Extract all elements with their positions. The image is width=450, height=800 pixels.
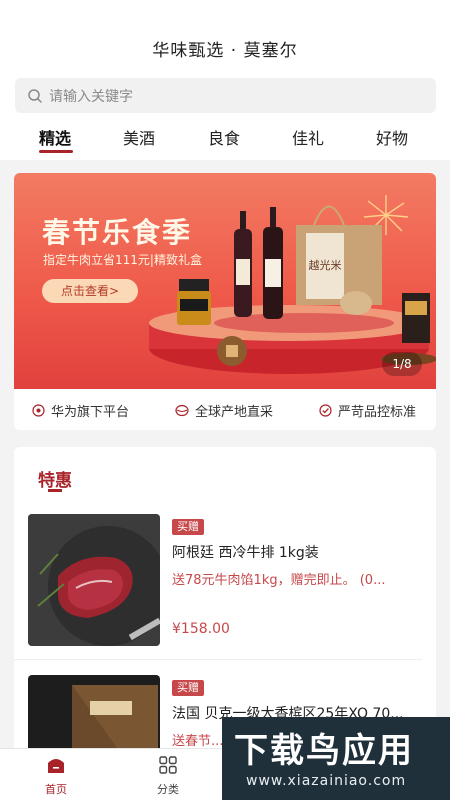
gift-box-icon: 越光米 (296, 205, 382, 305)
tab-haowu[interactable]: 好物 (376, 125, 408, 149)
product-divider (14, 659, 422, 660)
banner-card: 越光米 春节乐食季 指定牛肉立省111元|精致礼盒 点击查看> 1/8 华为旗下… (14, 173, 436, 430)
app-title: 华味甄选 · 莫塞尔 (152, 41, 298, 61)
tab-meijiu[interactable]: 美酒 (123, 125, 155, 149)
check-icon (319, 404, 332, 417)
watermark-overlay: 下载鸟应用 www.xiazainiao.com (222, 717, 450, 800)
watermark-logo: 下载鸟应用 (234, 731, 414, 771)
banner-subtitle: 指定牛肉立省111元|精致礼盒 (43, 253, 202, 267)
search-icon (28, 88, 42, 103)
product-name: 阿根廷 西冷牛排 1kg装 (172, 545, 319, 561)
wine-bottle-icon (263, 207, 283, 319)
nav-label: 分类 (157, 783, 179, 796)
svg-text:越光米: 越光米 (309, 258, 342, 272)
watermark-url: www.xiazainiao.com (246, 773, 407, 789)
active-tab-indicator (39, 150, 73, 153)
banner-pager: 1/8 (382, 352, 422, 376)
promo-banner[interactable]: 越光米 春节乐食季 指定牛肉立省111元|精致礼盒 点击查看> 1/8 (14, 173, 436, 389)
feature-quality: 严苛品控标准 (319, 401, 416, 420)
nav-home[interactable]: 首页 (26, 755, 86, 797)
grid-icon (159, 756, 177, 774)
section-title-underline (48, 489, 62, 492)
top-bar: 华味甄选 · 莫塞尔 请输入关键字 精选 美酒 良食 佳礼 好物 (0, 0, 450, 160)
feature-platform: 华为旗下平台 (32, 401, 129, 420)
product-image (28, 514, 160, 646)
tab-liangshi[interactable]: 良食 (208, 125, 240, 149)
wine-bottle-icon (234, 211, 252, 317)
feature-label: 华为旗下平台 (51, 405, 130, 420)
platform-icon (32, 404, 45, 417)
honey-jar-icon (177, 279, 211, 325)
feature-label: 严苛品控标准 (338, 405, 417, 420)
product-promo: 送78元牛肉馅1kg，赠完即止。 (0... (172, 573, 386, 588)
section-title: 特惠 (38, 471, 72, 491)
banner-title: 春节乐食季 (42, 216, 193, 249)
promo-badge: 买赠 (172, 519, 204, 535)
globe-icon (175, 404, 189, 417)
feature-global: 全球产地直采 (175, 401, 273, 420)
search-placeholder: 请输入关键字 (49, 88, 133, 105)
tab-jingxuan[interactable]: 精选 (39, 125, 71, 149)
product-card[interactable]: 买赠 阿根廷 西冷牛排 1kg装 送78元牛肉馅1kg，赠完即止。 (0... … (14, 514, 436, 664)
product-price: ¥158.00 (172, 621, 230, 637)
search-bar[interactable]: 请输入关键字 (15, 78, 436, 113)
nav-label: 首页 (45, 783, 67, 796)
home-icon (48, 759, 64, 773)
steak-image-icon (28, 514, 160, 646)
feature-strip: 华为旗下平台 全球产地直采 严苛品控标准 (14, 389, 436, 430)
feature-label: 全球产地直采 (195, 405, 274, 420)
nav-category[interactable]: 分类 (138, 755, 198, 797)
promo-badge: 买赠 (172, 680, 204, 696)
tab-jiali[interactable]: 佳礼 (292, 125, 324, 149)
banner-view-button[interactable]: 点击查看> (42, 279, 138, 303)
